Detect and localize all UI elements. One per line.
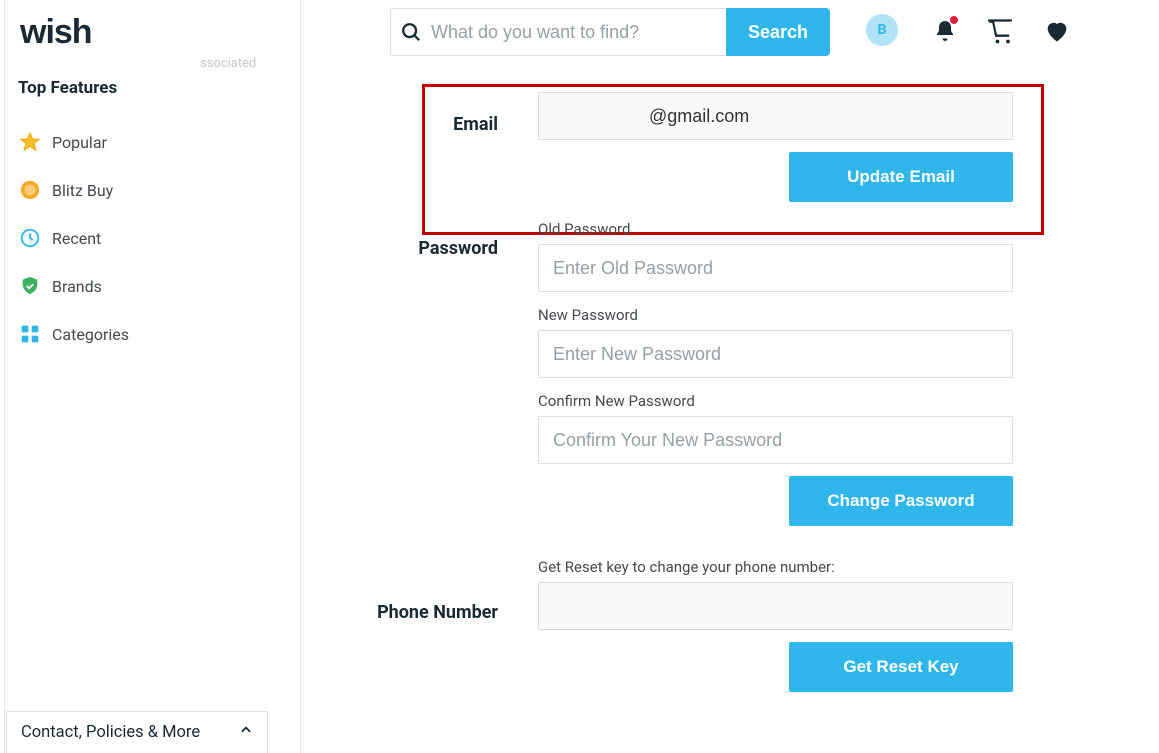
old-password-input[interactable] <box>538 244 1013 292</box>
email-input[interactable] <box>538 92 1013 140</box>
new-password-input[interactable] <box>538 330 1013 378</box>
sidebar-title: Top Features <box>18 78 200 98</box>
sidebar-item-label: Categories <box>52 325 129 344</box>
sidebar-item-label: Brands <box>52 277 102 296</box>
search-button[interactable]: Search <box>726 8 830 56</box>
sidebar-item-categories[interactable]: Categories <box>18 310 200 358</box>
sidebar-item-label: Popular <box>52 133 107 152</box>
email-label: Email <box>453 114 498 135</box>
phone-section: Phone Number Get Reset key to change you… <box>310 554 1139 692</box>
grid-icon <box>18 322 42 346</box>
blitz-icon <box>18 178 42 202</box>
logo[interactable]: wish <box>20 13 92 52</box>
footer-label: Contact, Policies & More <box>21 723 200 742</box>
phone-label: Phone Number <box>377 602 498 623</box>
phone-input[interactable] <box>538 582 1013 630</box>
sidebar-item-popular[interactable]: Popular <box>18 118 200 166</box>
chevron-up-icon <box>239 723 253 742</box>
wishlist-icon[interactable] <box>1040 14 1074 48</box>
divider <box>300 0 301 753</box>
email-section: Email Update Email <box>310 70 1139 202</box>
sidebar-item-blitz[interactable]: Blitz Buy <box>18 166 200 214</box>
star-icon <box>18 130 42 154</box>
secondary-nav-truncated: ssociated <box>200 56 270 71</box>
old-password-label: Old Password <box>538 220 1013 238</box>
clock-icon <box>18 226 42 250</box>
confirm-password-label: Confirm New Password <box>538 392 1013 410</box>
notification-badge <box>950 16 958 24</box>
cart-icon[interactable] <box>984 14 1018 48</box>
confirm-password-input[interactable] <box>538 416 1013 464</box>
password-section: Password Old Password New Password Confi… <box>310 216 1139 526</box>
search-bar: Search <box>390 8 830 56</box>
sidebar-item-recent[interactable]: Recent <box>18 214 200 262</box>
phone-sublabel: Get Reset key to change your phone numbe… <box>538 558 1013 576</box>
password-label: Password <box>418 238 498 259</box>
search-icon <box>391 21 431 43</box>
sidebar-item-brands[interactable]: Brands <box>18 262 200 310</box>
update-email-button[interactable]: Update Email <box>789 152 1013 202</box>
avatar[interactable]: B <box>866 14 898 46</box>
notifications-icon[interactable] <box>928 14 962 48</box>
shield-check-icon <box>18 274 42 298</box>
new-password-label: New Password <box>538 306 1013 324</box>
search-input[interactable] <box>431 22 726 43</box>
sidebar-item-label: Blitz Buy <box>52 181 113 200</box>
sidebar-item-label: Recent <box>52 229 101 248</box>
change-password-button[interactable]: Change Password <box>789 476 1013 526</box>
settings-panel: Email Update Email Password Old Password… <box>310 70 1139 702</box>
sidebar: Top Features Popular Blitz Buy Recent Br… <box>0 70 200 358</box>
footer-contact-toggle[interactable]: Contact, Policies & More <box>6 711 268 753</box>
get-reset-key-button[interactable]: Get Reset Key <box>789 642 1013 692</box>
